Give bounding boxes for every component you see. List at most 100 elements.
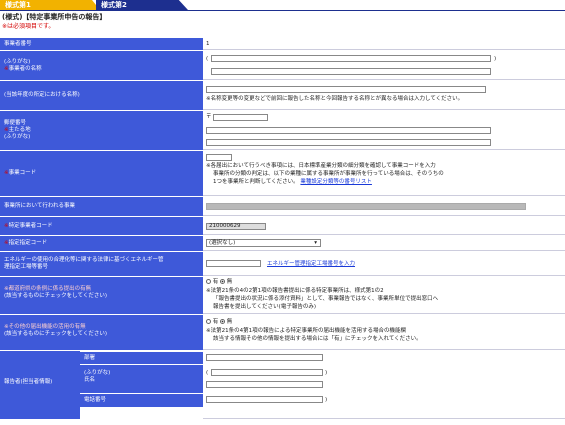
name-input[interactable] [206, 381, 323, 388]
row-main-business: 事業所において行われる事業 [0, 197, 565, 217]
business-code-input[interactable] [206, 154, 232, 161]
specific-code-cell: 210000629 [203, 217, 565, 235]
address-kana-input[interactable] [206, 139, 491, 146]
business-code-note-1: ※各届出において行うべき事項には、日本標準産業分類の細分類を確認して事業コードを… [206, 163, 436, 169]
former-name-note: ※名称変更等の変更などで前回に報告した名称と今回報告する名称とが異なる場合は入力… [206, 96, 464, 102]
cooperation-label-cell: ※都道府県の条例に係る提出の有無 (該当するものにチェックをしてください) [0, 277, 203, 314]
close-paren: ) [325, 370, 328, 376]
other-cell: 有 無 ※法第21条の4第1項の報告による特定事業所の届出機能を活用する場合の機… [203, 315, 565, 350]
former-name-cell: ※名称変更等の変更などで前回に報告した名称と今回報告する名称とが異なる場合は入力… [203, 81, 565, 110]
business-number-value: 1 [203, 38, 565, 50]
other-no-label: 無 [226, 319, 233, 325]
energy-label-cell: エネルギーの使用の合理化等に関する法律に基づくエネルギー管 理指定工場等番号 [0, 252, 203, 276]
other-label-2: (該当するものにチェックをしてください) [4, 331, 107, 337]
business-name-kana-input[interactable] [211, 55, 491, 62]
energy-label-2: 理指定工場等番号 [4, 264, 49, 270]
main-business-cell [203, 197, 565, 216]
cooperation-note-3: 報告書を提出してください(電子報告のみ) [213, 304, 316, 310]
postal-mark: 〒 [206, 114, 212, 120]
energy-number-input[interactable] [206, 260, 261, 267]
cooperation-label-1: ※都道府県の条例に係る提出の有無 [4, 286, 92, 292]
phone-input[interactable] [206, 396, 323, 403]
row-cooperation: ※都道府県の条例に係る提出の有無 (該当するものにチェックをしてください) 有 … [0, 277, 565, 315]
row-address: 郵便番号 ※主たる地 (ふりがな) 〒 [0, 111, 565, 151]
row-energy: エネルギーの使用の合理化等に関する法律に基づくエネルギー管 理指定工場等番号 エ… [0, 252, 565, 277]
row-other: ※その他の届出機能の活用の有無 (該当するものにチェックをしてください) 有 無… [0, 315, 565, 351]
department-label: 部署 [80, 351, 203, 364]
name-kana-label: (ふりがな) [84, 370, 111, 376]
former-name-label: (当該年度の所定における名称) [0, 81, 203, 110]
postal-code-input[interactable] [213, 114, 268, 121]
close-paren: ) [494, 56, 497, 62]
other-yes-label: 有 [212, 319, 219, 325]
cooperation-label-2: (該当するものにチェックをしてください) [4, 293, 107, 299]
business-name-input[interactable] [211, 68, 491, 75]
form-tabs: 様式第1 様式第2 [0, 0, 565, 11]
department-input[interactable] [206, 354, 323, 361]
specific-code-input: 210000629 [206, 223, 266, 230]
cooperation-cell: 有 無 ※法第21条の4の2第1項の報告書提出に係る特定事業所は、様式第1の2 … [203, 277, 565, 314]
other-label-1: ※その他の届出機能の活用の有無 [4, 324, 86, 330]
business-code-cell: ※各届出において行うべき事項には、日本標準産業分類の細分類を確認して事業コードを… [203, 151, 565, 196]
name-kana-input[interactable] [211, 369, 323, 376]
designated-code-label: 指定指定コード [8, 240, 48, 246]
address-label: 主たる地 [8, 127, 31, 133]
name-label: 氏名 [84, 377, 96, 383]
row-former-name: (当該年度の所定における名称) ※名称変更等の変更などで前回に報告した名称と今回… [0, 81, 565, 111]
designated-code-cell: (選択なし) ▾ [203, 236, 565, 251]
specific-code-label: 特定事業者コード [8, 223, 53, 229]
business-code-label: 事業コード [8, 170, 37, 176]
main-business-input [206, 203, 526, 210]
address-label-cell: 郵便番号 ※主たる地 (ふりがな) [0, 111, 203, 150]
other-no-radio[interactable] [220, 319, 226, 324]
address-cell: 〒 [203, 111, 565, 150]
business-number-label: 事業者番号 [0, 38, 203, 50]
reporter-label: 報告者(担当者情報) [0, 351, 80, 419]
cooperation-yes-label: 有 [212, 279, 219, 285]
designated-code-label-cell: ※指定指定コード [0, 236, 203, 251]
reporter-cell: ( ) ) [203, 351, 565, 419]
open-paren: ( [206, 56, 209, 62]
tab-form-1[interactable]: 様式第1 [0, 0, 100, 10]
designated-code-select[interactable]: (選択なし) ▾ [206, 239, 321, 247]
cooperation-no-label: 無 [226, 279, 233, 285]
business-code-label-cell: ※事業コード [0, 151, 203, 196]
row-specific-code: ※特定事業者コード 210000629 [0, 217, 565, 236]
postal-code-label: 郵便番号 [4, 120, 27, 126]
business-code-note-2: 事業所の分類の判定は、以下の業種に属する事業所が事業所を行っている場合は、そのう… [213, 171, 444, 177]
energy-link[interactable]: エネルギー管理指定工場番号を入力 [267, 261, 355, 268]
business-name-label: 事業者の名称 [8, 66, 42, 72]
cooperation-note-2: 「報告書提出の状況に係る添付資料」として、事業報告ではなく、事業所単位で提出窓口… [213, 296, 439, 302]
energy-cell: エネルギー管理指定工場番号を入力 [203, 252, 565, 276]
business-name-label-cell: (ふりがな) ※事業者の名称 [0, 51, 203, 80]
close-paren: ) [325, 397, 328, 403]
business-code-note-3: 1つを事業所と判断してください。 [213, 179, 299, 185]
chevron-down-icon: ▾ [314, 240, 317, 246]
row-designated-code: ※指定指定コード (選択なし) ▾ [0, 236, 565, 252]
address-kana-label: (ふりがな) [4, 134, 31, 140]
business-name-cell: ( ) [203, 51, 565, 80]
row-business-name: (ふりがな) ※事業者の名称 ( ) [0, 51, 565, 81]
other-note-1: ※法第21条の4第1項の報告による特定事業所の届出機能を活用する場合の機能欄 [206, 328, 406, 334]
former-name-input[interactable] [206, 86, 486, 93]
business-code-note-3-wrap: 1つを事業所と判断してください。 業種設定分類等の番号リスト [213, 179, 372, 186]
other-label-cell: ※その他の届出機能の活用の有無 (該当するものにチェックをしてください) [0, 315, 203, 350]
energy-label-1: エネルギーの使用の合理化等に関する法律に基づくエネルギー管 [4, 257, 164, 263]
other-radios: 有 無 [206, 319, 232, 326]
cooperation-note-1: ※法第21条の4の2第1項の報告書提出に係る特定事業所は、様式第1の2 [206, 288, 384, 294]
business-name-kana-label: (ふりがな) [4, 59, 31, 65]
specific-code-label-cell: ※特定事業者コード [0, 217, 203, 235]
name-label-cell: (ふりがな) 氏名 [80, 364, 203, 393]
business-code-list-link[interactable]: 業種設定分類等の番号リスト [300, 179, 372, 185]
tab-form-2[interactable]: 様式第2 [96, 0, 188, 10]
cooperation-no-radio[interactable] [220, 279, 226, 284]
other-note-2: 該当する情報その他の情報を提出する場合には「有」にチェックを入れてください。 [213, 336, 422, 342]
address-input[interactable] [206, 127, 491, 134]
cooperation-yes-radio[interactable] [206, 279, 211, 284]
other-yes-radio[interactable] [206, 319, 211, 324]
phone-label: 電話番号 [80, 393, 203, 407]
open-paren: ( [206, 370, 209, 376]
required-note: ※は必須項目です。 [2, 23, 55, 30]
row-reporter: 報告者(担当者情報) 部署 (ふりがな) 氏名 電話番号 ( ) ) [0, 351, 565, 419]
row-business-number: 事業者番号 1 [0, 38, 565, 51]
